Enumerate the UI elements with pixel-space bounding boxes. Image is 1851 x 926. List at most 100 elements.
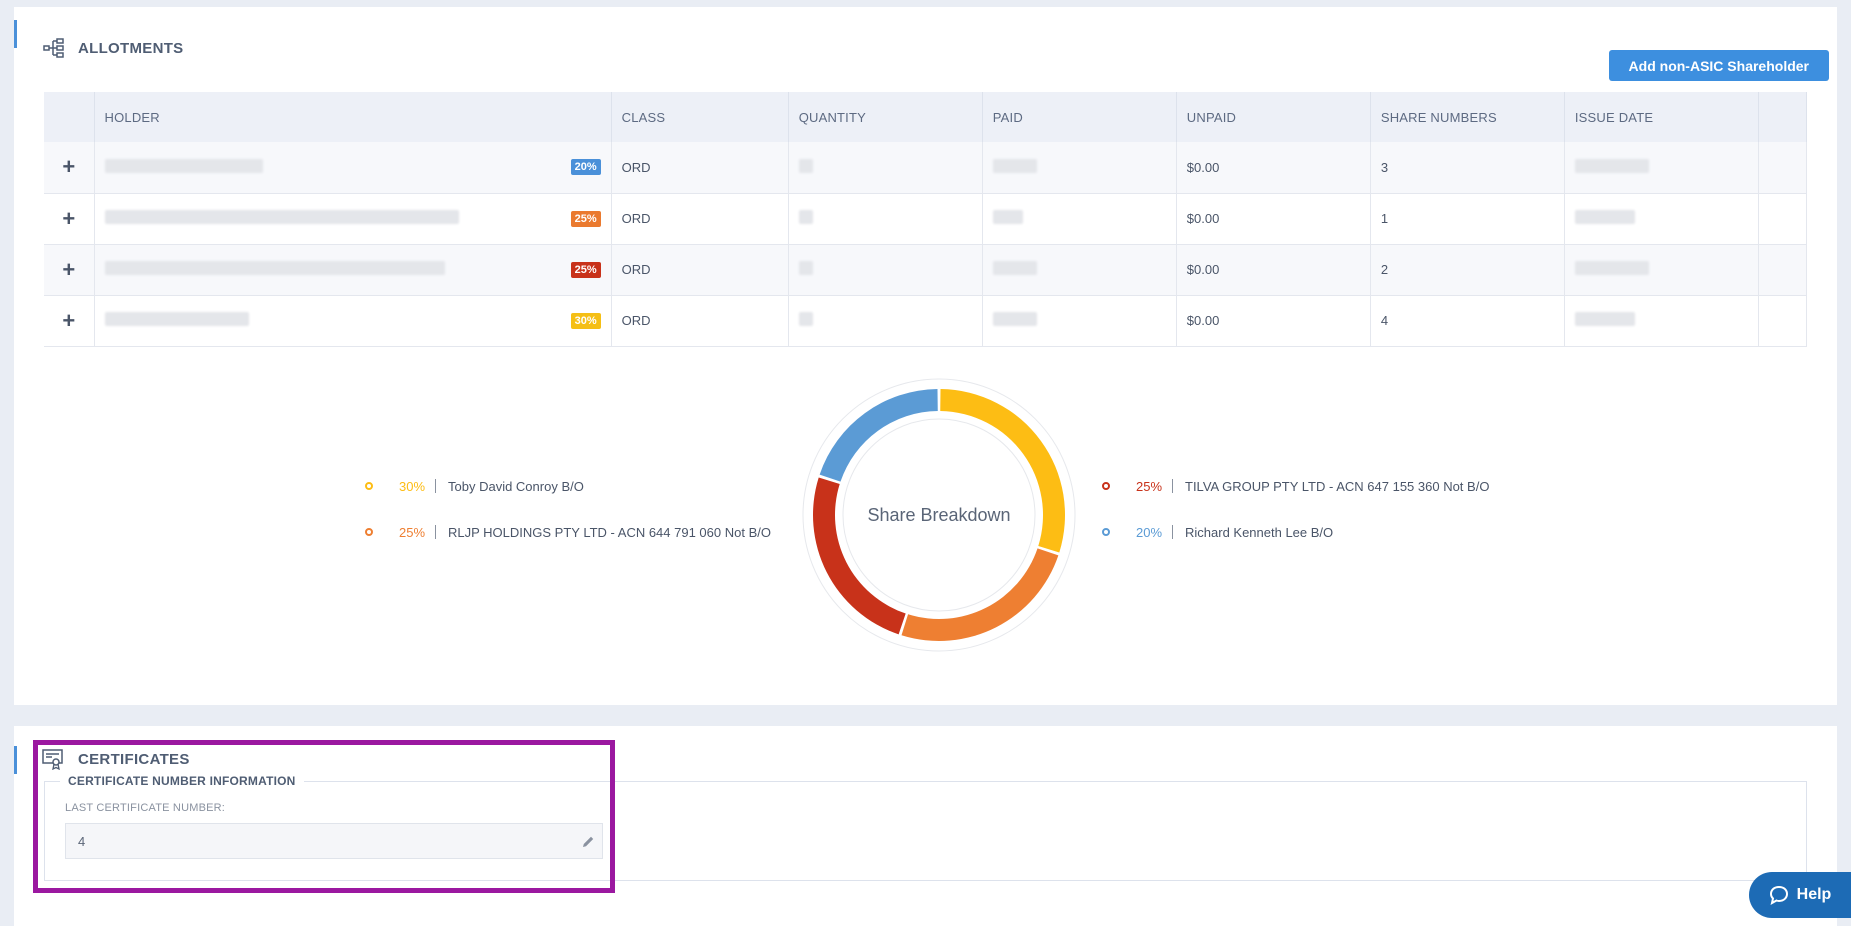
legend-percentage: 25% xyxy=(399,524,426,540)
share-numbers-cell: 1 xyxy=(1370,193,1565,245)
table-row: + 25% ORD $0.00 2 xyxy=(44,244,1808,296)
legend-item[interactable]: 25% RLJP HOLDINGS PTY LTD - ACN 644 791 … xyxy=(365,522,771,542)
redacted-paid xyxy=(992,158,1037,173)
legend-marker xyxy=(365,482,373,490)
plus-icon[interactable]: + xyxy=(62,154,75,179)
column-header-issue-date[interactable]: ISSUE DATE xyxy=(1564,92,1759,142)
row-actions-cell xyxy=(1758,142,1808,194)
expand-row-button[interactable]: + xyxy=(44,193,95,245)
redacted-holder-name xyxy=(104,312,249,326)
class-cell: ORD xyxy=(611,244,789,296)
holder-percentage-badge: 20% xyxy=(570,159,601,176)
allotments-table: HOLDER CLASS QUANTITY PAID UNPAID SHARE … xyxy=(44,92,1808,347)
chat-bubble-icon xyxy=(1769,885,1788,905)
issue-date-cell xyxy=(1564,295,1759,347)
fieldset-title: CERTIFICATE NUMBER INFORMATION xyxy=(60,774,304,788)
legend-item[interactable]: 30% Toby David Conroy B/O xyxy=(365,476,584,496)
legend-marker xyxy=(1102,528,1110,536)
paid-cell xyxy=(982,142,1177,194)
holder-percentage-badge: 25% xyxy=(570,261,601,278)
holder-cell: 25% xyxy=(94,193,612,245)
legend-marker xyxy=(365,528,373,536)
section-accent xyxy=(14,20,17,48)
legend-item[interactable]: 25% TILVA GROUP PTY LTD - ACN 647 155 36… xyxy=(1102,476,1489,496)
legend-label: Richard Kenneth Lee B/O xyxy=(1185,524,1334,540)
plus-icon[interactable]: + xyxy=(62,257,75,282)
legend-separator xyxy=(1172,525,1173,539)
column-header-class[interactable]: CLASS xyxy=(611,92,789,142)
table-header-row: HOLDER CLASS QUANTITY PAID UNPAID SHARE … xyxy=(44,92,1808,142)
table-row: + 25% ORD $0.00 1 xyxy=(44,193,1808,245)
help-label: Help xyxy=(1796,886,1832,903)
plus-icon[interactable]: + xyxy=(62,206,75,231)
pencil-icon[interactable] xyxy=(580,834,596,850)
last-certificate-number-field[interactable]: 4 xyxy=(65,823,603,859)
legend-label: TILVA GROUP PTY LTD - ACN 647 155 360 No… xyxy=(1185,478,1490,494)
unpaid-cell: $0.00 xyxy=(1176,295,1371,347)
class-cell: ORD xyxy=(611,142,789,194)
paid-cell xyxy=(982,244,1177,296)
redacted-quantity xyxy=(798,261,813,275)
help-button[interactable]: Help xyxy=(1749,872,1851,918)
legend-label: Toby David Conroy B/O xyxy=(448,478,584,494)
redacted-issue-date xyxy=(1574,210,1635,224)
chart-center-title: Share Breakdown xyxy=(867,504,1011,525)
legend-marker xyxy=(1102,482,1110,490)
section-accent xyxy=(14,746,17,774)
holder-percentage-badge: 30% xyxy=(570,312,601,329)
allotments-title: ALLOTMENTS xyxy=(78,40,184,57)
paid-cell xyxy=(982,295,1177,347)
redacted-holder-name xyxy=(104,158,263,173)
row-actions-cell xyxy=(1758,193,1808,245)
expand-row-button[interactable]: + xyxy=(44,142,95,194)
column-header-share-numbers[interactable]: SHARE NUMBERS xyxy=(1370,92,1565,142)
column-header-quantity[interactable]: QUANTITY xyxy=(788,92,983,142)
holder-percentage-badge: 25% xyxy=(570,210,601,227)
redacted-quantity xyxy=(798,312,813,326)
issue-date-cell xyxy=(1564,244,1759,296)
redacted-holder-name xyxy=(104,210,459,224)
issue-date-cell xyxy=(1564,193,1759,245)
column-header-unpaid[interactable]: UNPAID xyxy=(1176,92,1371,142)
certificate-icon xyxy=(42,749,63,770)
expand-row-button[interactable]: + xyxy=(44,244,95,296)
quantity-cell xyxy=(788,295,983,347)
expand-row-button[interactable]: + xyxy=(44,295,95,347)
row-actions-cell xyxy=(1758,244,1808,296)
actions-column-header xyxy=(1758,92,1808,142)
redacted-holder-name xyxy=(104,261,445,275)
expand-column-header xyxy=(44,92,95,142)
redacted-quantity xyxy=(798,158,813,173)
allotments-panel: ALLOTMENTS Add non-ASIC Shareholder HOLD… xyxy=(14,7,1837,705)
redacted-quantity xyxy=(798,210,813,224)
unpaid-cell: $0.00 xyxy=(1176,142,1371,194)
redacted-issue-date xyxy=(1574,312,1635,326)
share-numbers-cell: 4 xyxy=(1370,295,1565,347)
last-certificate-number-label: LAST CERTIFICATE NUMBER: xyxy=(65,802,226,814)
quantity-cell xyxy=(788,142,983,194)
share-breakdown-chart: Share Breakdown xyxy=(794,370,1084,660)
hierarchy-icon xyxy=(43,38,64,58)
holder-cell: 20% xyxy=(94,142,612,194)
certificates-title: CERTIFICATES xyxy=(78,751,190,768)
redacted-paid xyxy=(992,261,1037,275)
column-header-holder[interactable]: HOLDER xyxy=(94,92,612,142)
column-header-paid[interactable]: PAID xyxy=(982,92,1177,142)
redacted-paid xyxy=(992,210,1023,224)
certificates-panel: CERTIFICATES CERTIFICATE NUMBER INFORMAT… xyxy=(14,726,1837,926)
legend-percentage: 30% xyxy=(399,478,426,494)
paid-cell xyxy=(982,193,1177,245)
unpaid-cell: $0.00 xyxy=(1176,244,1371,296)
row-actions-cell xyxy=(1758,295,1808,347)
table-row: + 30% ORD $0.00 4 xyxy=(44,295,1808,347)
share-numbers-cell: 3 xyxy=(1370,142,1565,194)
unpaid-cell: $0.00 xyxy=(1176,193,1371,245)
legend-separator xyxy=(435,525,436,539)
plus-icon[interactable]: + xyxy=(62,308,75,333)
share-numbers-cell: 2 xyxy=(1370,244,1565,296)
last-certificate-number-value: 4 xyxy=(78,833,86,849)
legend-item[interactable]: 20% Richard Kenneth Lee B/O xyxy=(1102,522,1333,542)
add-non-asic-shareholder-button[interactable]: Add non-ASIC Shareholder xyxy=(1608,50,1829,81)
redacted-issue-date xyxy=(1574,158,1649,173)
legend-separator xyxy=(1172,479,1173,493)
